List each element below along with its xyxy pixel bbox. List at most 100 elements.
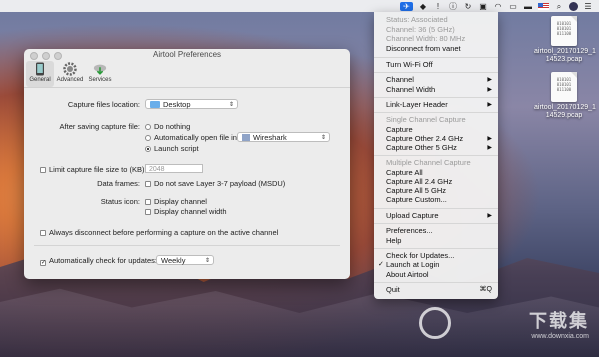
folder-icon	[150, 101, 160, 108]
airtool-menu: Status: Associated Channel: 36 (5 GHz) C…	[374, 12, 498, 299]
radio-auto-open[interactable]: Automatically open file in:	[145, 133, 239, 142]
general-pane: Capture files location: Desktop ⇕ After …	[24, 88, 350, 279]
watermark-logo-icon	[419, 307, 451, 339]
menu-separator	[374, 248, 498, 249]
info-icon[interactable]: ⓘ	[448, 2, 458, 11]
menu-separator	[374, 72, 498, 73]
menu-single-channel-header: Single Channel Capture	[386, 115, 466, 124]
us-flag-icon[interactable]	[538, 2, 549, 10]
menu-turn-wifi-off[interactable]: Turn Wi-Fi Off	[386, 60, 492, 70]
open-with-value: Wireshark	[253, 133, 287, 142]
airplay-icon[interactable]: ▭	[508, 2, 518, 11]
limit-size-field[interactable]: 2048	[145, 164, 203, 173]
chevron-updown-icon: ⇕	[204, 258, 210, 264]
watermark: 下载集 www.downxia.com	[419, 307, 589, 351]
submenu-arrow-icon: ▶	[487, 102, 492, 108]
list-icon[interactable]: ☰	[583, 2, 593, 11]
zoom-button[interactable]	[54, 52, 62, 60]
menu-help[interactable]: Help	[386, 236, 492, 246]
dropbox-icon[interactable]: ◆	[418, 2, 428, 11]
file-name-line2: 14523.pcap	[545, 56, 583, 63]
pcap-file-icon: 010101 010101 011100	[551, 72, 577, 102]
lock-icon[interactable]: ▣	[478, 2, 488, 11]
prefs-toolbar: General Advanced Services	[24, 61, 350, 88]
menu-quit[interactable]: Quit ⌘Q	[386, 285, 492, 295]
always-disconnect-checkbox[interactable]: Always disconnect before performing a ca…	[40, 228, 278, 237]
menu-status: Status: Associated	[386, 15, 448, 24]
open-with-popup[interactable]: Wireshark ⇕	[237, 132, 330, 142]
menu-separator	[374, 97, 498, 98]
desktop-file[interactable]: 010101 010101 011100 airtool_20170129_1 …	[534, 16, 596, 64]
radio-do-nothing[interactable]: Do nothing	[145, 122, 190, 131]
tab-services[interactable]: Services	[86, 61, 114, 87]
auto-check-checkbox[interactable]: ✓ Automatically check for updates:	[40, 256, 157, 266]
tab-advanced-label: Advanced	[56, 77, 84, 83]
submenu-arrow-icon: ▶	[487, 145, 492, 151]
menu-launch-at-login[interactable]: ✓ Launch at Login	[378, 260, 492, 270]
file-name-line1: airtool_20170129_1	[534, 48, 596, 55]
menu-separator	[374, 223, 498, 224]
menu-separator	[374, 282, 498, 283]
menu-capture-custom[interactable]: Capture Custom...	[386, 195, 492, 205]
user-avatar-icon[interactable]	[569, 1, 578, 11]
battery-icon[interactable]: ▬	[523, 2, 533, 11]
submenu-arrow-icon: ▶	[487, 87, 492, 93]
chevron-updown-icon: ⇕	[320, 135, 326, 141]
menu-about[interactable]: About Airtool	[386, 270, 492, 280]
capture-location-label: Capture files location:	[67, 100, 140, 109]
exclamation-icon[interactable]: !	[433, 2, 443, 11]
search-icon[interactable]: ⌕	[554, 2, 564, 11]
menu-channel-width[interactable]: Channel Width ▶	[386, 85, 492, 95]
gear-icon	[63, 62, 77, 76]
data-frames-label: Data frames:	[97, 179, 140, 188]
phone-icon	[33, 62, 47, 76]
desktop-file[interactable]: 010101 010101 011100 airtool_20170129_1 …	[534, 72, 596, 120]
capture-location-value: Desktop	[163, 100, 191, 109]
capture-location-popup[interactable]: Desktop ⇕	[145, 99, 238, 109]
title-bar: Airtool Preferences	[24, 49, 350, 61]
window-title: Airtool Preferences	[152, 50, 222, 59]
pcap-file-icon: 010101 010101 011100	[551, 16, 577, 46]
update-frequency-popup[interactable]: Weekly ⇕	[156, 255, 214, 265]
tab-advanced[interactable]: Advanced	[56, 61, 84, 87]
close-button[interactable]	[30, 52, 38, 60]
divider	[34, 245, 340, 246]
menu-separator	[374, 155, 498, 156]
menu-capture-other-5[interactable]: Capture Other 5 GHz ▶	[386, 143, 492, 153]
sync-icon[interactable]: ↻	[463, 2, 473, 11]
tab-general-label: General	[29, 77, 51, 83]
display-channel-checkbox[interactable]: Display channel	[145, 197, 207, 206]
wifi-icon[interactable]: ◠	[493, 2, 503, 11]
radio-launch-script[interactable]: Launch script	[145, 144, 199, 153]
tab-services-label: Services	[88, 77, 112, 83]
menu-upload-capture[interactable]: Upload Capture ▶	[386, 211, 492, 221]
chevron-updown-icon: ⇕	[228, 102, 234, 108]
wireshark-icon	[242, 134, 250, 141]
airtool-icon[interactable]: ✈	[400, 1, 413, 11]
menu-channel-width-info: Channel Width: 80 MHz	[386, 34, 466, 43]
file-name-line2: 14529.pcap	[545, 112, 583, 119]
menu-bar: ✈ ◆ ! ⓘ ↻ ▣ ◠ ▭ ▬ ⌕ ☰	[0, 0, 599, 12]
checkmark-icon: ✓	[378, 261, 384, 268]
menu-link-layer-header[interactable]: Link-Layer Header ▶	[386, 100, 492, 110]
minimize-button[interactable]	[42, 52, 50, 60]
menu-channel[interactable]: Channel ▶	[386, 75, 492, 85]
menu-multiple-channel-header: Multiple Channel Capture	[386, 158, 471, 167]
submenu-arrow-icon: ▶	[487, 77, 492, 83]
menu-separator	[374, 57, 498, 58]
file-name-line1: airtool_20170129_1	[534, 104, 596, 111]
menu-preferences[interactable]: Preferences...	[386, 226, 492, 236]
data-frames-checkbox[interactable]: Do not save Layer 3-7 payload (MSDU)	[145, 179, 285, 188]
menu-separator	[374, 112, 498, 113]
submenu-arrow-icon: ▶	[487, 213, 492, 219]
menu-separator	[374, 208, 498, 209]
status-icon-label: Status icon:	[100, 197, 140, 206]
quit-shortcut: ⌘Q	[479, 286, 492, 293]
tab-general[interactable]: General	[26, 61, 54, 87]
preferences-window: Airtool Preferences General Advanced Ser…	[24, 49, 350, 279]
after-saving-label: After saving capture file:	[59, 122, 140, 131]
limit-size-checkbox[interactable]: Limit capture file size to (KB):	[40, 165, 147, 174]
menu-disconnect[interactable]: Disconnect from vanet	[386, 44, 492, 54]
cloud-download-icon	[93, 62, 107, 76]
display-channel-width-checkbox[interactable]: Display channel width	[145, 207, 227, 216]
